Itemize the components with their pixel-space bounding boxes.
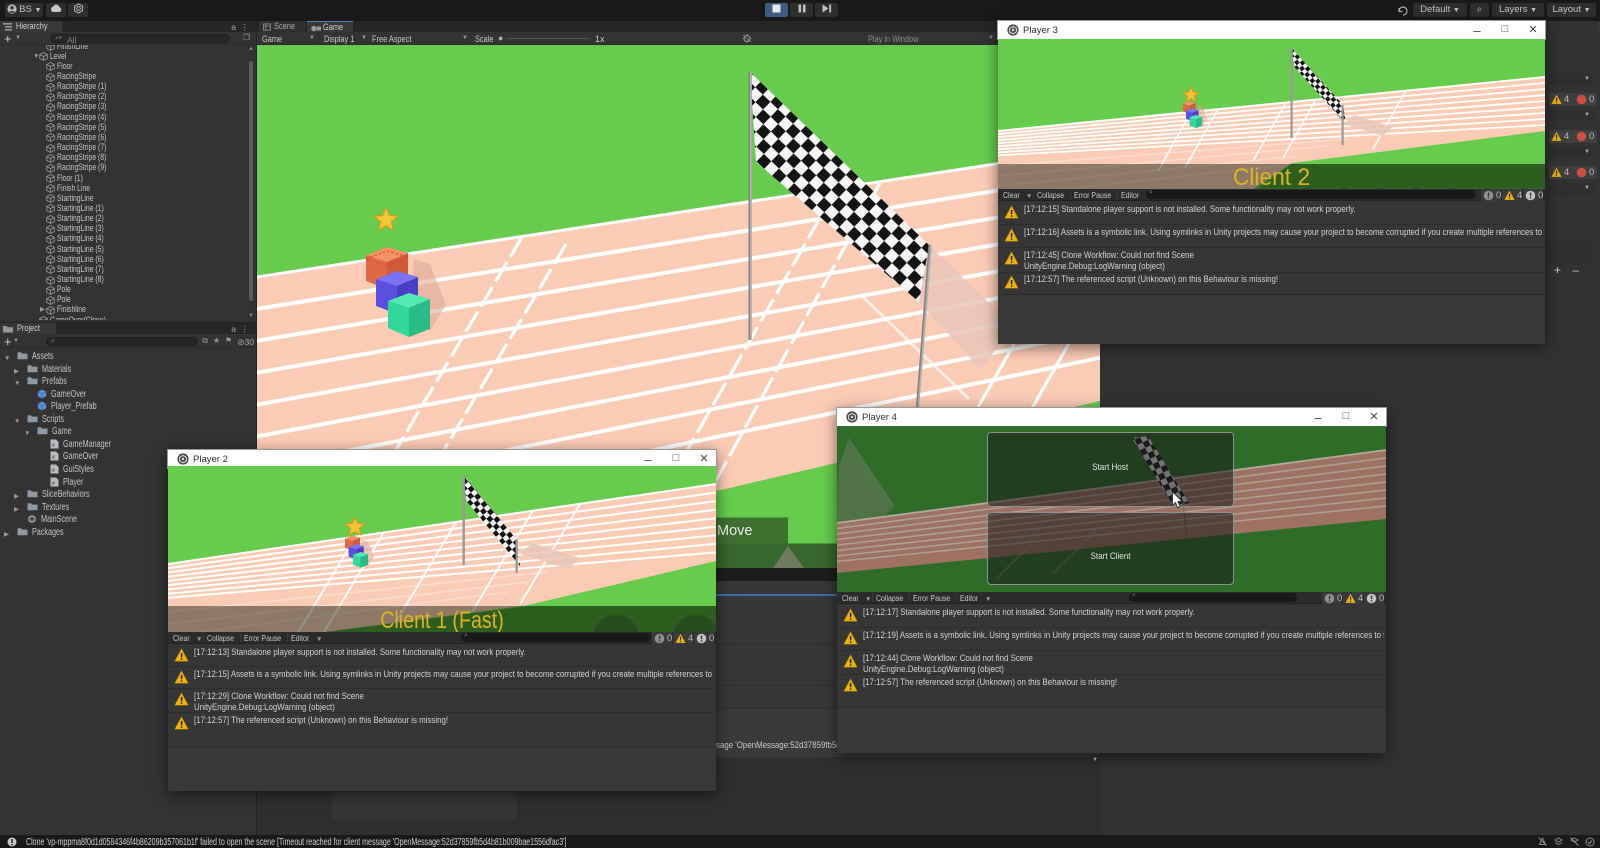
svg-text:#: # <box>52 455 55 461</box>
svg-text:#: # <box>52 481 55 487</box>
svg-text:#: # <box>52 443 55 449</box>
svg-text:Move: Move <box>717 523 752 539</box>
svg-text:#: # <box>52 468 55 474</box>
